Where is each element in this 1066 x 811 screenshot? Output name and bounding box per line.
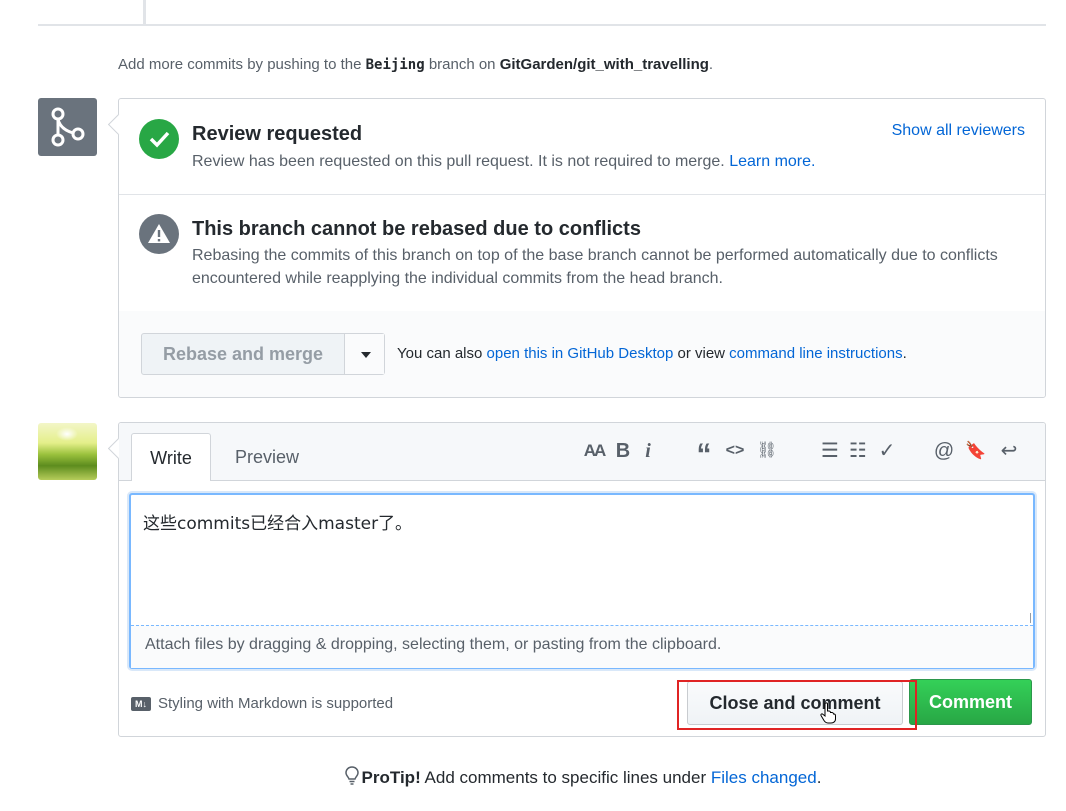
protip-text: Add comments to specific lines under [424,768,707,787]
conflict-section: This branch cannot be rebased due to con… [119,194,1045,312]
git-merge-icon [38,98,97,156]
markdown-icon: M↓ [131,697,151,712]
branch-name: Beijing [365,57,425,73]
protip-label: ProTip! [361,768,421,787]
also-suffix: . [902,345,907,362]
rebase-and-merge-label: Rebase and merge [162,344,324,364]
comment-textarea[interactable]: 这些commits已经合入master了。 Attach files by dr… [129,493,1035,669]
open-in-desktop-link[interactable]: open this in GitHub Desktop [487,345,674,362]
header-icon[interactable]: AA [581,437,607,465]
also-prefix: You can also [397,345,483,362]
link-icon[interactable]: ⛓ [755,437,779,465]
markdown-note-text: Styling with Markdown is supported [158,695,394,712]
files-changed-link[interactable]: Files changed [711,768,817,787]
bold-icon[interactable]: B [614,437,632,465]
conflict-description: Rebasing the commits of this branch on t… [192,247,998,287]
merge-actions: Rebase and merge You can also open this … [119,311,1045,397]
italic-icon[interactable]: i [641,437,655,465]
protip-suffix: . [816,768,822,787]
learn-more-link[interactable]: Learn more. [729,153,815,170]
code-icon[interactable]: <> [723,437,747,465]
saved-reply-icon[interactable]: 🔖 [965,437,986,465]
conflict-title: This branch cannot be rebased due to con… [192,218,641,240]
repo-name: GitGarden/git_with_travelling [499,56,709,73]
alert-icon [139,214,179,254]
attach-hint: Attach files by dragging & dropping, sel… [145,636,722,653]
rebase-and-merge-button[interactable]: Rebase and merge [141,333,385,375]
quote-icon[interactable]: “ [693,437,715,471]
show-all-reviewers-link[interactable]: Show all reviewers [892,122,1025,140]
check-icon [139,119,179,159]
markdown-note[interactable]: M↓ Styling with Markdown is supported [131,695,393,712]
tab-write[interactable]: Write [131,433,211,481]
timeline-divider [38,24,1046,26]
lightbulb-icon [344,766,359,791]
resize-handle[interactable] [1020,613,1031,623]
push-note: Add more commits by pushing to the Beiji… [118,56,713,73]
push-note-prefix: Add more commits by pushing to the [118,56,362,73]
avatar[interactable] [38,423,97,480]
reply-icon[interactable]: ↩ [993,437,1025,465]
merge-status-box: Review requested Review has been request… [107,98,1046,398]
review-description-text: Review has been requested on this pull r… [192,153,725,170]
comment-body-text[interactable]: 这些commits已经合入master了。 [143,509,412,534]
or-view-text: or view [677,345,725,362]
task-list-icon[interactable]: ✓ [875,437,899,465]
mention-icon[interactable]: @ [933,437,955,465]
hand-cursor-icon [820,702,836,724]
comment-tabs: Write Preview AA B i “ <> ⛓ ☰ ☷ ✓ @ 🔖 ↩ [119,423,1045,481]
command-line-instructions-link[interactable]: command line instructions [729,345,902,362]
alternate-actions: You can also open this in GitHub Desktop… [397,345,907,362]
bulleted-list-icon[interactable]: ☰ [819,437,841,465]
review-section: Review requested Review has been request… [119,99,1045,195]
review-title: Review requested [192,123,363,145]
comment-button[interactable]: Comment [909,679,1032,725]
push-note-suffix: . [708,56,714,73]
numbered-list-icon[interactable]: ☷ [847,437,869,465]
merge-method-dropdown[interactable] [345,334,384,374]
tab-preview[interactable]: Preview [219,433,315,479]
push-note-middle: branch on [428,56,496,73]
highlight-box [677,680,917,730]
timeline-line [143,0,146,24]
file-attach-zone[interactable]: Attach files by dragging & dropping, sel… [131,625,1033,668]
review-description: Review has been requested on this pull r… [192,150,815,173]
protip: ProTip! Add comments to specific lines u… [0,766,1066,791]
